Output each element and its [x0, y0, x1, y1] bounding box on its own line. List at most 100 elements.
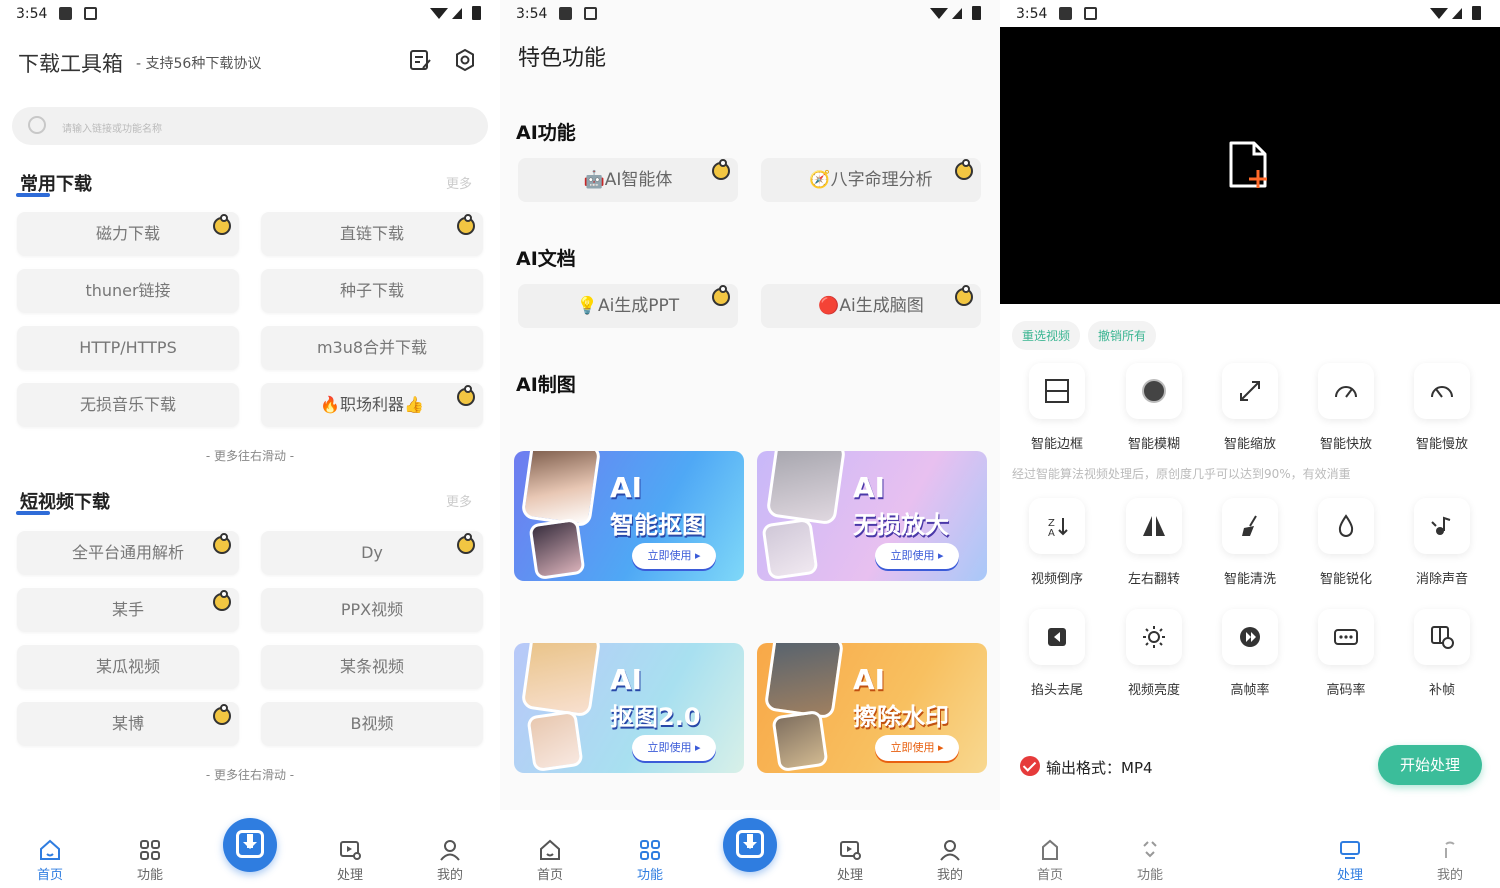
start-process-button[interactable]: 开始处理: [1378, 745, 1482, 785]
video-btn-bilibili[interactable]: B视频: [261, 702, 483, 746]
slow-icon: [1431, 386, 1453, 398]
tool-sharpen[interactable]: 智能锐化: [1301, 498, 1391, 587]
nav-mine[interactable]: 我的: [920, 838, 980, 883]
page-subtitle: - 支持56种下载协议: [136, 56, 262, 72]
video-btn-toutiao[interactable]: 某条视频: [261, 645, 483, 689]
nav-mine[interactable]: 我的: [420, 838, 480, 883]
flip-icon: [1143, 516, 1165, 536]
tool-clean[interactable]: 智能清洗: [1205, 498, 1295, 587]
page-title: 特色功能: [518, 46, 607, 71]
nav-mine[interactable]: 我的: [1420, 838, 1480, 883]
download-btn-direct[interactable]: 直链下载: [261, 212, 483, 256]
tool-smart-border[interactable]: 智能边框: [1012, 363, 1102, 452]
video-btn-weibo[interactable]: 某博: [17, 702, 239, 746]
nav-home[interactable]: 首页: [520, 838, 580, 883]
video-btn-kuaishou[interactable]: 某手: [17, 588, 239, 632]
ai-agent-button[interactable]: 🤖AI智能体: [518, 158, 738, 202]
download-btn-music[interactable]: 无损音乐下载: [17, 383, 239, 427]
portrait-image: [520, 643, 602, 718]
bazi-analysis-button[interactable]: 🧭八字命理分析: [761, 158, 981, 202]
tool-reverse[interactable]: Z A 视频倒序: [1012, 498, 1102, 587]
video-btn-universal[interactable]: 全平台通用解析: [17, 531, 239, 575]
search-input[interactable]: 请输入链接或功能名称: [12, 107, 488, 145]
badge-icon: [457, 385, 475, 406]
tool-smart-blur[interactable]: 智能模糊: [1109, 363, 1199, 452]
tool-high-bitrate[interactable]: 高码率: [1301, 609, 1391, 698]
use-now-button[interactable]: 立即使用 ▸: [875, 543, 959, 569]
download-btn-m3u8[interactable]: m3u8合并下载: [261, 326, 483, 370]
settings-icon[interactable]: [453, 48, 477, 72]
brightness-icon: [1143, 626, 1165, 648]
user-icon: [1445, 841, 1455, 858]
nav-home[interactable]: 首页: [1020, 838, 1080, 883]
card-ai-upscale[interactable]: AI 无损放大 立即使用 ▸: [757, 451, 987, 581]
ai-ppt-button[interactable]: 💡Ai生成PPT: [518, 284, 738, 328]
download-fab-button[interactable]: [723, 818, 777, 872]
reselect-video-button[interactable]: 重选视频: [1012, 321, 1081, 350]
tool-flip[interactable]: 左右翻转: [1109, 498, 1199, 587]
card-ai-cutout[interactable]: AI 智能抠图 立即使用 ▸: [514, 451, 744, 581]
more-link[interactable]: 更多: [446, 173, 472, 192]
download-fab-button[interactable]: [223, 818, 277, 872]
use-now-button[interactable]: 立即使用 ▸: [632, 543, 716, 569]
nav-functions[interactable]: 功能: [620, 838, 680, 883]
download-btn-torrent[interactable]: 种子下载: [261, 269, 483, 313]
video-btn-dy[interactable]: Dy: [261, 531, 483, 575]
badge-icon: [213, 704, 231, 725]
tool-smart-fast[interactable]: 智能快放: [1301, 363, 1391, 452]
tool-brightness[interactable]: 视频亮度: [1109, 609, 1199, 698]
nav-home[interactable]: 首页: [20, 838, 80, 883]
nav-functions[interactable]: 功能: [120, 838, 180, 883]
video-btn-xigua[interactable]: 某瓜视频: [17, 645, 239, 689]
video-picker[interactable]: [1000, 27, 1500, 304]
download-btn-workplace[interactable]: 🔥职场利器👍: [261, 383, 483, 427]
notes-icon[interactable]: [408, 48, 432, 72]
download-btn-thunder[interactable]: thuner链接: [17, 269, 239, 313]
download-btn-magnet[interactable]: 磁力下载: [17, 212, 239, 256]
output-format[interactable]: 输出格式：MP4: [1046, 757, 1153, 778]
download-btn-http[interactable]: HTTP/HTTPS: [17, 326, 239, 370]
nav-process[interactable]: 处理: [1320, 838, 1380, 883]
tool-smart-scale[interactable]: 智能缩放: [1205, 363, 1295, 452]
use-now-button[interactable]: 立即使用 ▸: [632, 735, 716, 761]
notification-icon: [584, 7, 597, 20]
tool-smart-slow[interactable]: 智能慢放: [1397, 363, 1487, 452]
more-link[interactable]: 更多: [446, 491, 472, 510]
undo-all-button[interactable]: 撤销所有: [1088, 321, 1157, 350]
nav-process[interactable]: 处理: [820, 838, 880, 883]
status-bar: 3:54: [500, 0, 1000, 28]
add-file-icon: [1229, 141, 1267, 188]
use-now-button[interactable]: 立即使用 ▸: [875, 735, 959, 761]
user-icon: [440, 840, 460, 861]
scroll-hint: - 更多往右滑动 -: [205, 449, 295, 463]
signal-battery-icon: [428, 5, 486, 21]
reverse-icon: ZA: [1048, 518, 1068, 539]
process-icon: [840, 841, 861, 860]
grid-icon: [640, 840, 660, 860]
home-icon: [40, 839, 60, 860]
trim-icon: [1048, 628, 1066, 646]
screen-download-toolbox: 3:54 下载工具箱 - 支持56种下载协议 请输入链接或功能名称 常用下载 更…: [0, 0, 500, 888]
card-ai-cutout-2[interactable]: AI 抠图2.0 立即使用 ▸: [514, 643, 744, 773]
portrait-image: [520, 451, 602, 528]
landscape-image: [771, 709, 829, 773]
video-btn-ppx[interactable]: PPX视频: [261, 588, 483, 632]
tool-mute[interactable]: 消除声音: [1397, 498, 1487, 587]
scale-icon: [1240, 381, 1260, 401]
ai-mindmap-button[interactable]: 🔴Ai生成脑图: [761, 284, 981, 328]
badge-icon: [213, 590, 231, 611]
border-icon: [1045, 379, 1069, 403]
nav-process[interactable]: 处理: [320, 838, 380, 883]
card-ai-watermark[interactable]: AI 擦除水印 立即使用 ▸: [757, 643, 987, 773]
tool-high-fps[interactable]: 高帧率: [1205, 609, 1295, 698]
sharpen-icon: [1338, 514, 1354, 537]
process-icon: [340, 841, 361, 860]
screen-video-process: 3:54 重选视频 撤销所有 智能边框 智能模糊 智能缩放 智能快放 智能慢放 …: [1000, 0, 1500, 888]
tool-frame-interp[interactable]: 补帧: [1397, 609, 1487, 698]
nav-functions[interactable]: 功能: [1120, 838, 1180, 883]
fast-icon: [1335, 386, 1357, 398]
svg-text:A: A: [1048, 528, 1055, 539]
mute-icon: [1431, 516, 1451, 535]
tool-trim[interactable]: 掐头去尾: [1012, 609, 1102, 698]
notification-icon: [84, 7, 97, 20]
